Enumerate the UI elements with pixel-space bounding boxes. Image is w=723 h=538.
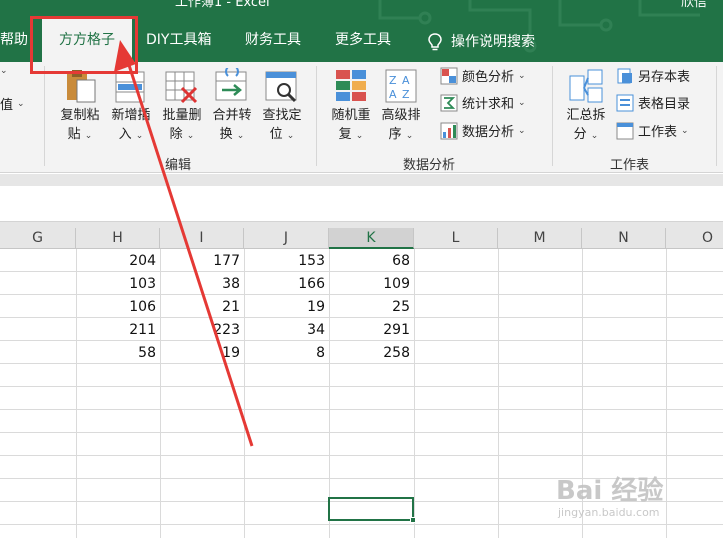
red-arrow-annotation <box>114 40 254 447</box>
watermark-logo: Bai 经验 <box>556 476 664 506</box>
watermark-url: jingyan.baidu.com <box>558 506 660 519</box>
